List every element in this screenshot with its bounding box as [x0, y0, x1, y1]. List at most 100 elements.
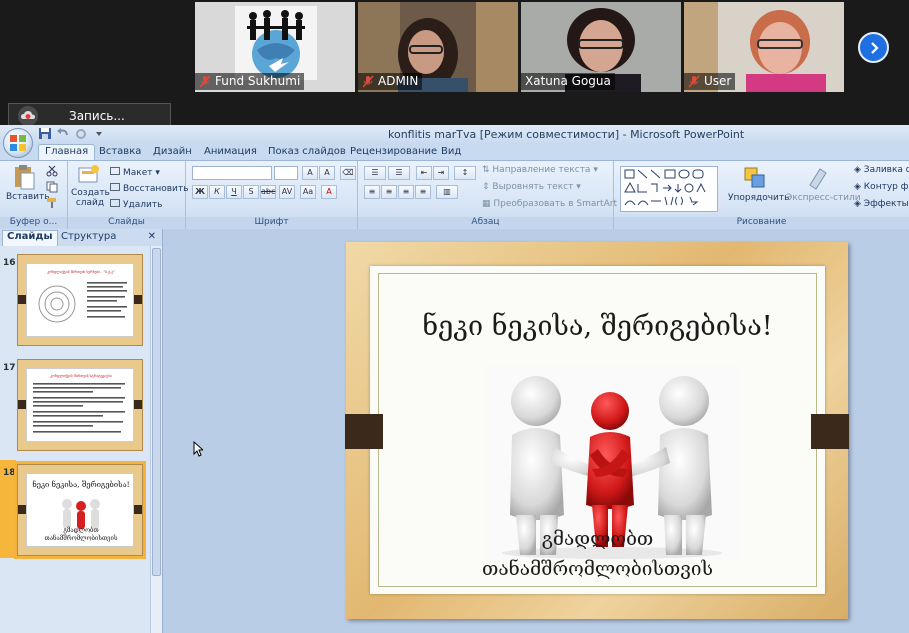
- office-button[interactable]: [3, 128, 33, 158]
- tab-view[interactable]: Вид: [437, 145, 465, 158]
- line-spacing-button[interactable]: ↕: [454, 166, 476, 180]
- quick-styles-icon[interactable]: [806, 165, 830, 191]
- slide-caption-2[interactable]: თანამშრომლობისთვის: [370, 558, 825, 580]
- paste-button-label[interactable]: Вставить: [6, 192, 50, 202]
- window-titlebar: konflitis marTva [Режим совместимости] -…: [0, 125, 909, 143]
- cloud-recording-icon: [18, 105, 38, 126]
- align-right-button[interactable]: ≡: [398, 185, 414, 199]
- new-slide-icon[interactable]: [76, 164, 100, 188]
- arrange-icon[interactable]: [742, 165, 768, 191]
- pane-tab-slides[interactable]: Слайды: [2, 230, 58, 246]
- tab-design[interactable]: Дизайн: [149, 145, 196, 158]
- new-slide-button-label[interactable]: Создать слайд: [71, 188, 110, 208]
- thumbnail-title: კონფლიქტის მართვის სტრატეგიები: [50, 374, 112, 378]
- font-size-select[interactable]: [274, 166, 298, 180]
- decrease-indent-button[interactable]: ⇤: [416, 166, 432, 180]
- shape-outline-button[interactable]: ◈ Контур ф: [854, 182, 908, 192]
- slide-thumbnail-17[interactable]: კონფლიქტის მართვის სტრატეგიები: [17, 359, 143, 451]
- shapes-gallery[interactable]: [620, 166, 718, 212]
- thumbnail-title: ნეკი ნეკისა, შერიგებისა!: [32, 480, 130, 489]
- mouse-cursor-icon: [193, 441, 203, 457]
- cut-icon[interactable]: [46, 165, 58, 177]
- convert-smartart-button[interactable]: ▦ Преобразовать в SmartArt ▾: [482, 199, 624, 209]
- ribbon: Вставить Буфер о... Создать слайд Макет …: [0, 160, 909, 229]
- shadow-button[interactable]: S: [243, 185, 259, 199]
- underline-button[interactable]: Ч: [226, 185, 242, 199]
- slides-pane: Слайды Структура ✕ 16 კონფლიქტის მართვის…: [0, 229, 163, 633]
- participant-tile-fund-sukhumi[interactable]: Fund Sukhumi: [195, 2, 355, 92]
- current-slide[interactable]: ნეკი ნეკისა, შერიგებისა! გმადლობთ თანამშ…: [345, 242, 849, 619]
- arrange-button-label[interactable]: Упорядочить: [728, 193, 789, 203]
- justify-button[interactable]: ≡: [415, 185, 431, 199]
- group-label-paragraph: Абзац: [358, 217, 613, 228]
- shape-effects-button[interactable]: ◈ Эффекты: [854, 199, 909, 209]
- tab-animation[interactable]: Анимация: [200, 145, 261, 158]
- layout-button[interactable]: Макет ▾: [110, 167, 160, 178]
- numbering-button[interactable]: ☰: [388, 166, 410, 180]
- thumbnail-caption-2: თანამშრომლობისთვის: [44, 535, 118, 542]
- participant-tile-xatuna-gogua[interactable]: Xatuna Gogua: [521, 2, 681, 92]
- pane-scrollbar-thumb[interactable]: [152, 248, 161, 576]
- slide-caption-1[interactable]: გმადლობთ: [370, 528, 825, 550]
- slide-number: 17: [3, 363, 16, 373]
- pane-scrollbar[interactable]: [150, 246, 162, 633]
- font-color-button[interactable]: A: [321, 185, 337, 199]
- thumbnail-clip-left: [18, 400, 26, 409]
- group-label-clipboard: Буфер о...: [0, 217, 67, 228]
- participant-name-label: Fund Sukhumi: [195, 73, 305, 90]
- shape-fill-button[interactable]: ◈ Заливка ф: [854, 165, 909, 175]
- change-case-button[interactable]: Aa: [300, 185, 316, 199]
- office-logo-icon: [10, 135, 26, 151]
- paste-icon[interactable]: [12, 164, 36, 190]
- pane-tab-outline[interactable]: Структура: [57, 231, 120, 242]
- thumbnail-caption-1: გმადლობთ: [63, 527, 99, 534]
- participant-tile-user[interactable]: User: [684, 2, 844, 92]
- mic-muted-icon: [688, 75, 700, 88]
- italic-button[interactable]: К: [209, 185, 225, 199]
- increase-indent-button[interactable]: ⇥: [433, 166, 449, 180]
- quick-styles-button-label[interactable]: Экспресс-стили: [786, 193, 861, 203]
- bullets-button[interactable]: ☰: [364, 166, 386, 180]
- format-painter-icon[interactable]: [46, 197, 58, 209]
- shrink-font-button[interactable]: A: [319, 166, 335, 180]
- clear-formatting-button[interactable]: ⌫: [340, 166, 356, 180]
- slide-title[interactable]: ნეკი ნეკისა, შერიგებისა!: [370, 311, 825, 342]
- align-left-button[interactable]: ≡: [364, 185, 380, 199]
- redo-icon[interactable]: [74, 127, 88, 140]
- align-text-button[interactable]: ⇕ Выровнять текст ▾: [482, 182, 581, 192]
- thumbnail-content: კონფლიქტის მართვის სტრატეგიები: [26, 368, 134, 442]
- columns-button[interactable]: ▥: [436, 185, 458, 199]
- group-label-slides: Слайды: [68, 217, 185, 228]
- char-spacing-button[interactable]: AV: [279, 185, 295, 199]
- close-icon[interactable]: ✕: [148, 231, 156, 242]
- group-label-font: Шрифт: [186, 217, 357, 228]
- slide-thumbnail-16[interactable]: კონფლიქტის მართვის ხერხები - "ს.ტ.ე": [17, 254, 143, 346]
- chevron-right-icon: [870, 41, 879, 54]
- customize-qat-icon[interactable]: [92, 127, 106, 140]
- slide-clip-right: [811, 414, 849, 449]
- tab-review[interactable]: Рецензирование: [346, 145, 441, 158]
- window-title: konflitis marTva [Режим совместимости] -…: [388, 128, 745, 141]
- maze-image: [31, 280, 83, 328]
- tab-insert[interactable]: Вставка: [95, 145, 145, 158]
- strikethrough-button[interactable]: abc: [260, 185, 276, 199]
- font-family-select[interactable]: [192, 166, 272, 180]
- video-participant-strip: Fund Sukhumi ADMIN Xatuna Gogua User: [0, 0, 909, 95]
- participant-name-label: ADMIN: [358, 73, 423, 90]
- copy-icon[interactable]: [46, 181, 58, 193]
- group-clipboard: Вставить Буфер о...: [0, 161, 68, 229]
- reset-button[interactable]: Восстановить: [110, 183, 188, 194]
- slide-thumbnails: 16 კონფლიქტის მართვის ხერხები - "ს.ტ.ე" …: [0, 246, 150, 633]
- align-center-button[interactable]: ≡: [381, 185, 397, 199]
- slide-thumbnail-18[interactable]: ნეკი ნეკისა, შერიგებისა! გმადლობთ თანამშ…: [14, 461, 146, 559]
- tab-home[interactable]: Главная: [38, 144, 96, 161]
- undo-icon[interactable]: [56, 127, 70, 140]
- grow-font-button[interactable]: A: [302, 166, 318, 180]
- save-icon[interactable]: [38, 127, 52, 140]
- next-participants-button[interactable]: [858, 32, 889, 63]
- participant-tile-admin[interactable]: ADMIN: [358, 2, 518, 92]
- tab-slideshow[interactable]: Показ слайдов: [264, 145, 350, 158]
- delete-button[interactable]: Удалить: [110, 199, 162, 210]
- bold-button[interactable]: Ж: [192, 185, 208, 199]
- text-direction-button[interactable]: ⇅ Направление текста ▾: [482, 165, 598, 175]
